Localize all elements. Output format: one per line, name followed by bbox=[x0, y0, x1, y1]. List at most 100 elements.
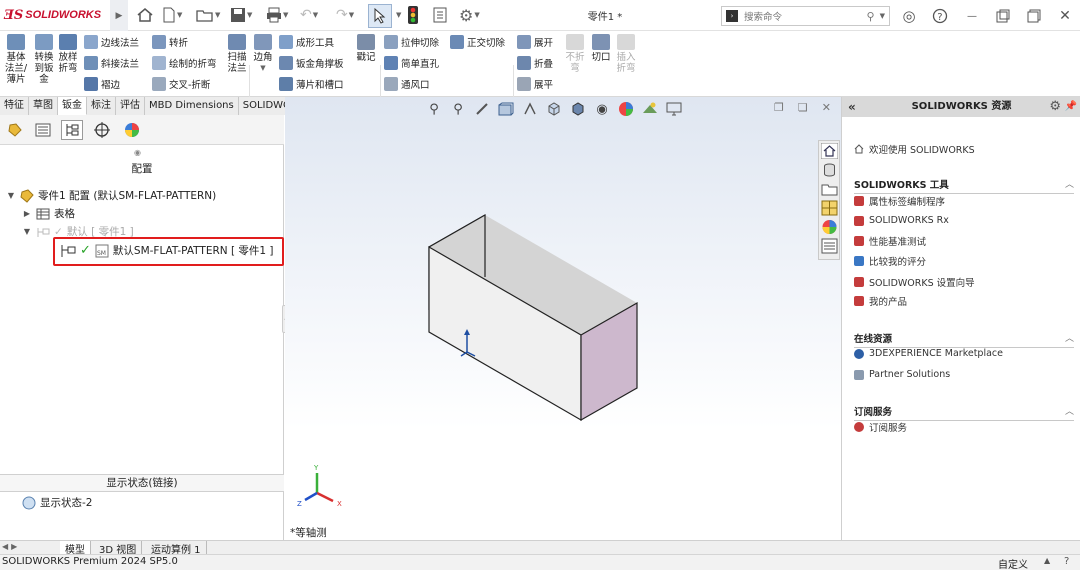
tools-section-header[interactable]: SOLIDWORKS 工具 ︿ bbox=[854, 177, 1074, 194]
compare-my-score-link[interactable]: 比较我的评分 bbox=[854, 254, 926, 268]
display-manager-icon bbox=[125, 123, 139, 137]
subscription-services-link[interactable]: 订阅服务 bbox=[854, 420, 907, 434]
property-manager-tab[interactable] bbox=[32, 120, 54, 140]
base-flange-button[interactable]: 基体 法兰/ 薄片 bbox=[3, 34, 29, 85]
tab-markup[interactable]: 标注 bbox=[87, 97, 116, 115]
expand-icon[interactable]: ▶ bbox=[22, 209, 32, 218]
vent-button[interactable]: 通风口 bbox=[384, 77, 430, 91]
collapse-chevron-icon[interactable]: ︿ bbox=[1065, 404, 1074, 417]
property-tab-builder-link[interactable]: 属性标签编制程序 bbox=[854, 194, 945, 208]
configuration-manager-tab[interactable] bbox=[61, 120, 83, 140]
collapse-icon[interactable]: ▼ bbox=[6, 191, 16, 200]
search-icon[interactable]: ⚲ bbox=[867, 10, 875, 23]
no-bends-button[interactable]: 不折 弯 bbox=[564, 34, 586, 74]
forming-tool-button[interactable]: 成形工具 bbox=[279, 35, 334, 49]
tab-features[interactable]: 特征 bbox=[0, 97, 29, 115]
file-properties-button[interactable] bbox=[433, 5, 447, 25]
welcome-link[interactable]: 欢迎使用 SOLIDWORKS bbox=[854, 142, 975, 156]
miter-flange-button[interactable]: 斜接法兰 bbox=[84, 56, 139, 70]
normal-cut-button[interactable]: 正交切除 bbox=[450, 35, 505, 49]
account-button[interactable]: ◎ bbox=[899, 6, 919, 26]
pane-options-gear-icon[interactable]: ⚙ bbox=[1049, 97, 1061, 117]
tab-and-slot-button[interactable]: 薄片和槽口 bbox=[279, 77, 344, 91]
jog-button[interactable]: 转折 bbox=[152, 35, 188, 49]
performance-benchmark-link[interactable]: 性能基准测试 bbox=[854, 234, 926, 248]
tab-sketch[interactable]: 草图 bbox=[29, 97, 58, 115]
feature-manager-tab[interactable] bbox=[4, 120, 26, 140]
file-explorer-tab[interactable] bbox=[821, 181, 838, 197]
tree-root-config[interactable]: ▼ 零件1 配置 (默认SM-FLAT-PATTERN) bbox=[6, 188, 216, 203]
home-button[interactable] bbox=[136, 5, 154, 25]
collapse-chevron-icon[interactable]: ︿ bbox=[1065, 331, 1074, 344]
minimize-button[interactable]: — bbox=[962, 6, 982, 26]
custom-properties-tab[interactable] bbox=[821, 238, 838, 254]
tab-mbd-dimensions[interactable]: MBD Dimensions bbox=[145, 97, 239, 115]
close-button[interactable]: ✕ bbox=[1055, 6, 1075, 26]
maximize-button[interactable] bbox=[1024, 6, 1044, 26]
restore-doc-button[interactable] bbox=[993, 6, 1013, 26]
open-button[interactable]: ▼ bbox=[196, 5, 220, 25]
resources-home-tab[interactable] bbox=[820, 142, 839, 160]
pin-icon[interactable]: 📌 bbox=[1065, 97, 1077, 117]
options-button[interactable]: ⚙ ▼ bbox=[459, 5, 480, 25]
tab-model[interactable]: 模型 bbox=[60, 541, 91, 556]
graphics-area[interactable]: ⚲ ⚲ ◉ ❐ ❏ ✕ Y X Z *等轴测 bbox=[285, 97, 841, 540]
unfold-button[interactable]: 展开 bbox=[517, 35, 553, 49]
collapse-pane-icon[interactable]: « bbox=[848, 97, 856, 117]
model-sheet-metal-part[interactable] bbox=[285, 97, 841, 540]
tab-sheet-metal[interactable]: 钣金 bbox=[58, 97, 87, 115]
dimxpert-manager-tab[interactable] bbox=[91, 120, 113, 140]
swept-flange-button[interactable]: 扫描 法兰 bbox=[225, 34, 249, 74]
save-button[interactable]: ▼ bbox=[230, 5, 252, 25]
rip-button[interactable]: 切口 bbox=[589, 34, 613, 63]
tab-motion-study-1[interactable]: 运动算例 1 bbox=[146, 541, 207, 556]
tab-evaluate[interactable]: 评估 bbox=[116, 97, 145, 115]
help-status-icon[interactable]: ? bbox=[1064, 556, 1069, 567]
select-button[interactable] bbox=[368, 4, 392, 28]
collapse-icon[interactable]: ▼ bbox=[22, 227, 32, 236]
help-button[interactable]: ? bbox=[930, 6, 950, 26]
fold-button[interactable]: 折叠 bbox=[517, 56, 553, 70]
sketched-bend-button[interactable]: 绘制的折弯 bbox=[152, 56, 217, 70]
hem-button[interactable]: 褶边 bbox=[84, 77, 120, 91]
settings-wizard-link[interactable]: SOLIDWORKS 设置向导 bbox=[854, 275, 975, 289]
new-document-button[interactable]: ▼ bbox=[162, 5, 182, 25]
extruded-cut-button[interactable]: 拉伸切除 bbox=[384, 35, 439, 49]
simple-hole-button[interactable]: 简单直孔 bbox=[384, 56, 439, 70]
collapse-chevron-icon[interactable]: ︿ bbox=[1065, 177, 1074, 190]
convert-to-sheet-metal-button[interactable]: 转换 到钣 金 bbox=[31, 34, 57, 85]
units-dropdown-icon[interactable]: ▲ bbox=[1044, 556, 1050, 565]
undo-button[interactable]: ↶ ▼ bbox=[300, 5, 318, 25]
edge-flange-button[interactable]: 边线法兰 bbox=[84, 35, 139, 49]
print-button[interactable]: ▼ bbox=[266, 5, 288, 25]
tab-scroll-arrows[interactable]: ◀ ▶ bbox=[2, 542, 17, 551]
subscription-section-header[interactable]: 订阅服务 ︿ bbox=[854, 404, 1074, 421]
corners-button[interactable]: 边角 ▼ bbox=[251, 34, 275, 74]
display-state-item[interactable]: 显示状态-2 bbox=[22, 495, 92, 510]
tree-item-flat-pattern-config[interactable]: ✓ SM 默认SM-FLAT-PATTERN [ 零件1 ] bbox=[60, 243, 274, 258]
display-manager-tab[interactable] bbox=[121, 120, 143, 140]
3dexperience-marketplace-link[interactable]: 3DEXPERIENCE Marketplace bbox=[854, 348, 1003, 359]
partner-solutions-link[interactable]: Partner Solutions bbox=[854, 369, 950, 380]
redo-button[interactable]: ↷ ▼ bbox=[336, 5, 354, 25]
stamp-button[interactable]: 戳记 bbox=[354, 34, 378, 63]
flatten-button[interactable]: 展平 bbox=[517, 77, 553, 91]
menu-expand-arrow[interactable]: ▶ bbox=[110, 0, 128, 31]
search-commands[interactable]: › 搜索命令 ⚲ ▼ bbox=[721, 6, 890, 26]
insert-bends-button[interactable]: 插入 折弯 bbox=[614, 34, 638, 74]
online-resources-section-header[interactable]: 在线资源 ︿ bbox=[854, 331, 1074, 348]
tab-3d-views[interactable]: 3D 视图 bbox=[94, 541, 143, 556]
cross-break-button[interactable]: 交叉-折断 bbox=[152, 77, 210, 91]
my-products-link[interactable]: 我的产品 bbox=[854, 294, 907, 308]
brand-name: SOLIDWORKS bbox=[25, 9, 102, 21]
appearances-tab[interactable] bbox=[821, 219, 838, 235]
tree-item-tables[interactable]: ▶ 表格 bbox=[22, 206, 75, 221]
solidworks-rx-link[interactable]: SOLIDWORKS Rx bbox=[854, 215, 949, 226]
view-palette-tab[interactable] bbox=[821, 200, 838, 216]
lofted-bend-button[interactable]: 放样 折弯 bbox=[57, 34, 79, 74]
rebuild-button[interactable] bbox=[407, 5, 419, 25]
design-library-tab[interactable] bbox=[821, 162, 838, 178]
search-input[interactable]: 搜索命令 bbox=[744, 9, 867, 23]
units-selector[interactable]: 自定义 bbox=[998, 556, 1028, 571]
sheet-metal-gusset-button[interactable]: 钣金角撑板 bbox=[279, 56, 344, 70]
